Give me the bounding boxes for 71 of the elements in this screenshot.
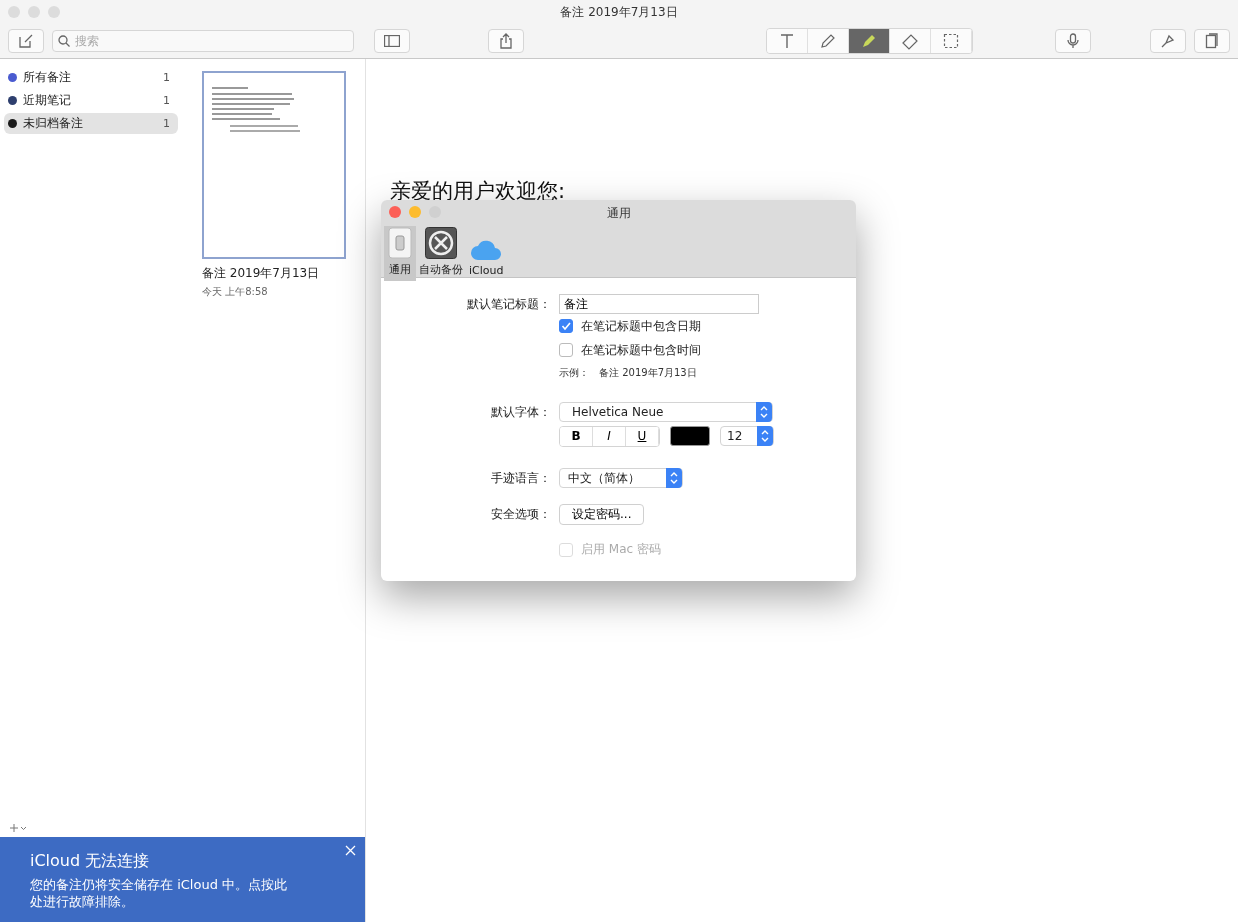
language-popup[interactable]: 中文（简体） — [559, 468, 683, 488]
add-folder-icon[interactable] — [10, 823, 28, 833]
preferences-tab[interactable]: 通用 — [384, 226, 416, 281]
share-button[interactable] — [488, 29, 524, 53]
field-label: 默认字体： — [490, 403, 551, 421]
microphone-button[interactable] — [1055, 29, 1091, 53]
search-icon — [58, 35, 70, 47]
field-label: 手迹语言： — [490, 469, 551, 487]
close-button[interactable] — [389, 206, 401, 218]
stepper-icon — [666, 468, 682, 488]
sidebar-toggle-button[interactable] — [374, 29, 410, 53]
highlighter-icon — [860, 32, 878, 50]
window-title: 备注 2019年7月13日 — [560, 3, 678, 21]
text-tool-icon — [780, 33, 794, 49]
set-password-button[interactable]: 设定密码... — [559, 504, 645, 525]
checkbox-label: 在笔记标题中包含日期 — [581, 317, 701, 335]
font-popup[interactable]: Helvetica Neue — [559, 402, 773, 422]
banner-message: 您的备注仍将安全储存在 iCloud 中。点按此处进行故障排除。 — [30, 876, 288, 910]
search-field[interactable]: 搜索 — [52, 30, 354, 52]
cloud-icon — [470, 239, 503, 261]
switch-icon — [387, 227, 413, 259]
folder-count: 1 — [163, 71, 170, 84]
compose-icon — [19, 34, 33, 48]
checkbox[interactable] — [559, 343, 573, 357]
brush-button[interactable] — [1150, 29, 1186, 53]
checkbox-label: 在笔记标题中包含时间 — [581, 341, 701, 359]
size-popup[interactable]: 12 — [720, 426, 774, 446]
icloud-banner[interactable]: iCloud 无法连接 您的备注仍将安全储存在 iCloud 中。点按此处进行故障排除。 — [0, 837, 365, 922]
stepper-icon — [756, 402, 772, 422]
close-icon[interactable] — [345, 845, 356, 856]
drawing-tool-button[interactable] — [849, 29, 890, 53]
compose-button[interactable] — [8, 29, 44, 53]
text-style-button[interactable]: B — [560, 426, 593, 446]
folder-item[interactable]: 所有备注 1 — [4, 67, 178, 88]
preferences-tab[interactable]: 自动备份 — [416, 226, 466, 281]
preferences-tab[interactable]: iCloud — [466, 226, 507, 281]
pencil-icon — [819, 32, 837, 50]
eraser-icon — [901, 32, 919, 50]
folder-name: 未归档备注 — [23, 115, 84, 132]
selection-icon — [943, 33, 959, 49]
folder-name: 所有备注 — [23, 69, 72, 86]
folder-count: 1 — [163, 117, 170, 130]
brush-icon — [1160, 33, 1176, 49]
pages-button[interactable] — [1194, 29, 1230, 53]
drawing-tool-button[interactable] — [808, 29, 849, 53]
folder-item[interactable]: 未归档备注 1 — [4, 113, 178, 134]
stepper-icon — [757, 426, 773, 446]
checkbox[interactable] — [559, 319, 573, 333]
share-icon — [499, 33, 513, 49]
pages-icon — [1205, 33, 1219, 49]
backup-icon — [425, 227, 457, 259]
title-input-field[interactable]: 备注 — [559, 294, 759, 314]
checkbox-label: 启用 Mac 密码 — [581, 541, 661, 558]
drawing-tool-button[interactable] — [767, 29, 808, 53]
drawing-tool-button[interactable] — [931, 29, 972, 53]
example-value: 备注 2019年7月13日 — [599, 366, 697, 380]
dialog-title: 通用 — [606, 205, 631, 222]
color-well[interactable] — [670, 426, 710, 446]
folder-name: 近期笔记 — [23, 92, 72, 109]
banner-title: iCloud 无法连接 — [30, 851, 151, 872]
sidebar-icon — [384, 35, 400, 47]
field-label: 安全选项： — [490, 506, 551, 523]
folder-count: 1 — [163, 94, 170, 107]
example-label: 示例： — [559, 366, 589, 380]
note-title: 备注 2019年7月13日 — [202, 265, 321, 282]
folder-item[interactable]: 近期笔记 1 — [4, 90, 178, 111]
note-thumbnail[interactable] — [202, 71, 346, 259]
note-date: 今天 上午8:58 — [202, 285, 269, 299]
field-label: 默认笔记标题： — [466, 295, 551, 313]
microphone-icon — [1067, 33, 1079, 49]
drawing-tool-button[interactable] — [890, 29, 931, 53]
